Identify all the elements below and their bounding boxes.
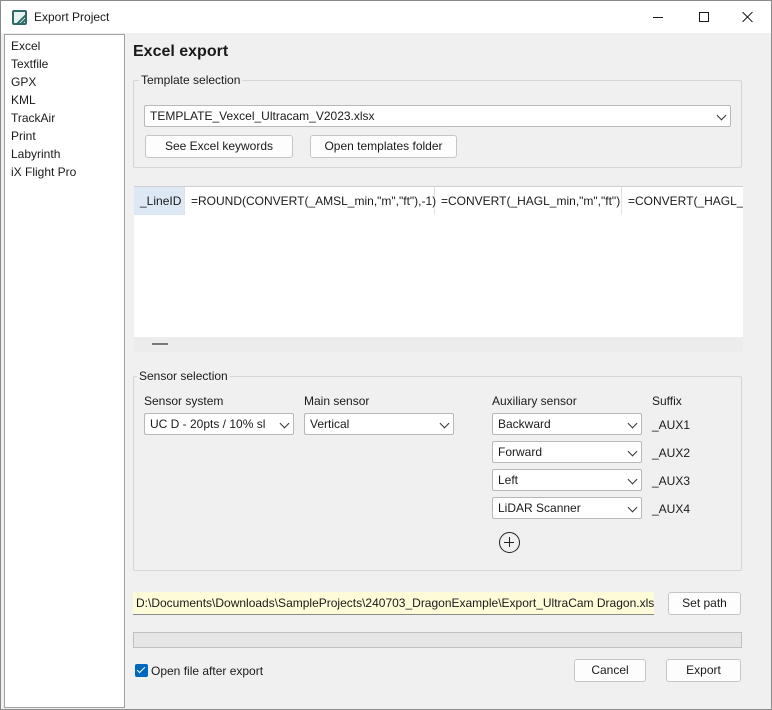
- grid-cell-hagl-max[interactable]: =CONVERT(_HAGL_m: [622, 187, 743, 215]
- add-auxiliary-sensor-icon[interactable]: [499, 532, 520, 553]
- maximize-icon: [699, 12, 709, 22]
- format-item-trackair[interactable]: TrackAir: [5, 109, 124, 127]
- grid-cell-lineid[interactable]: _LineID: [134, 187, 185, 215]
- aux-sensor-3-value: Left: [498, 473, 519, 487]
- suffix-label: Suffix: [652, 394, 682, 408]
- chevron-down-icon: [716, 110, 727, 121]
- aux-suffix-3: _AUX3: [652, 474, 691, 488]
- export-button[interactable]: Export: [666, 659, 741, 682]
- app-logo-icon: [12, 10, 27, 25]
- grid-cell-amsl[interactable]: =ROUND(CONVERT(_AMSL_min,"m","ft"),-1): [185, 187, 436, 215]
- open-templates-folder-button[interactable]: Open templates folder: [310, 135, 457, 158]
- format-item-print[interactable]: Print: [5, 127, 124, 145]
- aux-suffix-4: _AUX4: [652, 502, 691, 516]
- format-item-labyrinth[interactable]: Labyrinth: [5, 145, 124, 163]
- auxiliary-sensor-label: Auxiliary sensor: [492, 394, 577, 408]
- main-sensor-value: Vertical: [310, 417, 350, 431]
- scrollbar-thumb[interactable]: [152, 343, 168, 345]
- set-path-button[interactable]: Set path: [668, 592, 741, 615]
- template-preview-grid[interactable]: _LineID =ROUND(CONVERT(_AMSL_min,"m","ft…: [134, 186, 743, 352]
- sensor-selection-legend: Sensor selection: [137, 369, 230, 383]
- sensor-system-value: UC D - 20pts / 10% sl: [150, 417, 266, 431]
- sensor-system-label: Sensor system: [144, 394, 224, 408]
- close-icon: [742, 11, 754, 23]
- window-title: Export Project: [34, 10, 110, 24]
- close-button[interactable]: [725, 1, 771, 33]
- chevron-down-icon: [627, 418, 638, 429]
- aux-sensor-2-value: Forward: [498, 445, 543, 459]
- horizontal-scrollbar[interactable]: [134, 337, 743, 352]
- see-excel-keywords-button[interactable]: See Excel keywords: [145, 135, 293, 158]
- chevron-down-icon: [627, 446, 638, 457]
- export-path-field[interactable]: D:\Documents\Downloads\SampleProjects\24…: [133, 592, 654, 615]
- format-item-textfile[interactable]: Textfile: [5, 55, 124, 73]
- title-bar: Export Project: [1, 1, 771, 33]
- aux-sensor-3-dropdown[interactable]: Left: [492, 469, 642, 491]
- export-progress-bar: [133, 632, 742, 648]
- chevron-down-icon: [279, 418, 290, 429]
- aux-sensor-1-dropdown[interactable]: Backward: [492, 413, 642, 435]
- format-item-excel[interactable]: Excel: [5, 37, 124, 55]
- format-item-ix-flight-pro[interactable]: iX Flight Pro: [5, 163, 124, 181]
- aux-sensor-2-dropdown[interactable]: Forward: [492, 441, 642, 463]
- chevron-down-icon: [439, 418, 450, 429]
- format-item-gpx[interactable]: GPX: [5, 73, 124, 91]
- template-selection-legend: Template selection: [139, 73, 243, 87]
- template-dropdown-value: TEMPLATE_Vexcel_Ultracam_V2023.xlsx: [150, 109, 375, 123]
- aux-sensor-1-value: Backward: [498, 417, 551, 431]
- open-after-export-label: Open file after export: [151, 664, 264, 678]
- export-format-list[interactable]: Excel Textfile GPX KML TrackAir Print La…: [4, 34, 125, 708]
- aux-sensor-4-value: LiDAR Scanner: [498, 501, 581, 515]
- aux-suffix-2: _AUX2: [652, 446, 691, 460]
- minimize-icon: [653, 16, 663, 18]
- minimize-button[interactable]: [635, 1, 681, 33]
- aux-suffix-1: _AUX1: [652, 418, 691, 432]
- chevron-down-icon: [627, 502, 638, 513]
- page-title: Excel export: [133, 43, 229, 60]
- aux-sensor-4-dropdown[interactable]: LiDAR Scanner: [492, 497, 642, 519]
- open-after-export-checkbox[interactable]: [135, 664, 148, 677]
- main-sensor-dropdown[interactable]: Vertical: [304, 413, 454, 435]
- maximize-button[interactable]: [681, 1, 727, 33]
- grid-cell-hagl-min[interactable]: =CONVERT(_HAGL_min,"m","ft"): [435, 187, 622, 215]
- cancel-button[interactable]: Cancel: [574, 659, 646, 682]
- chevron-down-icon: [627, 474, 638, 485]
- export-project-window: Export Project Excel Textfile GPX KML Tr…: [0, 0, 772, 710]
- template-dropdown[interactable]: TEMPLATE_Vexcel_Ultracam_V2023.xlsx: [144, 105, 731, 127]
- sensor-system-dropdown[interactable]: UC D - 20pts / 10% sl: [144, 413, 294, 435]
- main-sensor-label: Main sensor: [304, 394, 370, 408]
- format-item-kml[interactable]: KML: [5, 91, 124, 109]
- sensor-selection-group: [133, 376, 742, 571]
